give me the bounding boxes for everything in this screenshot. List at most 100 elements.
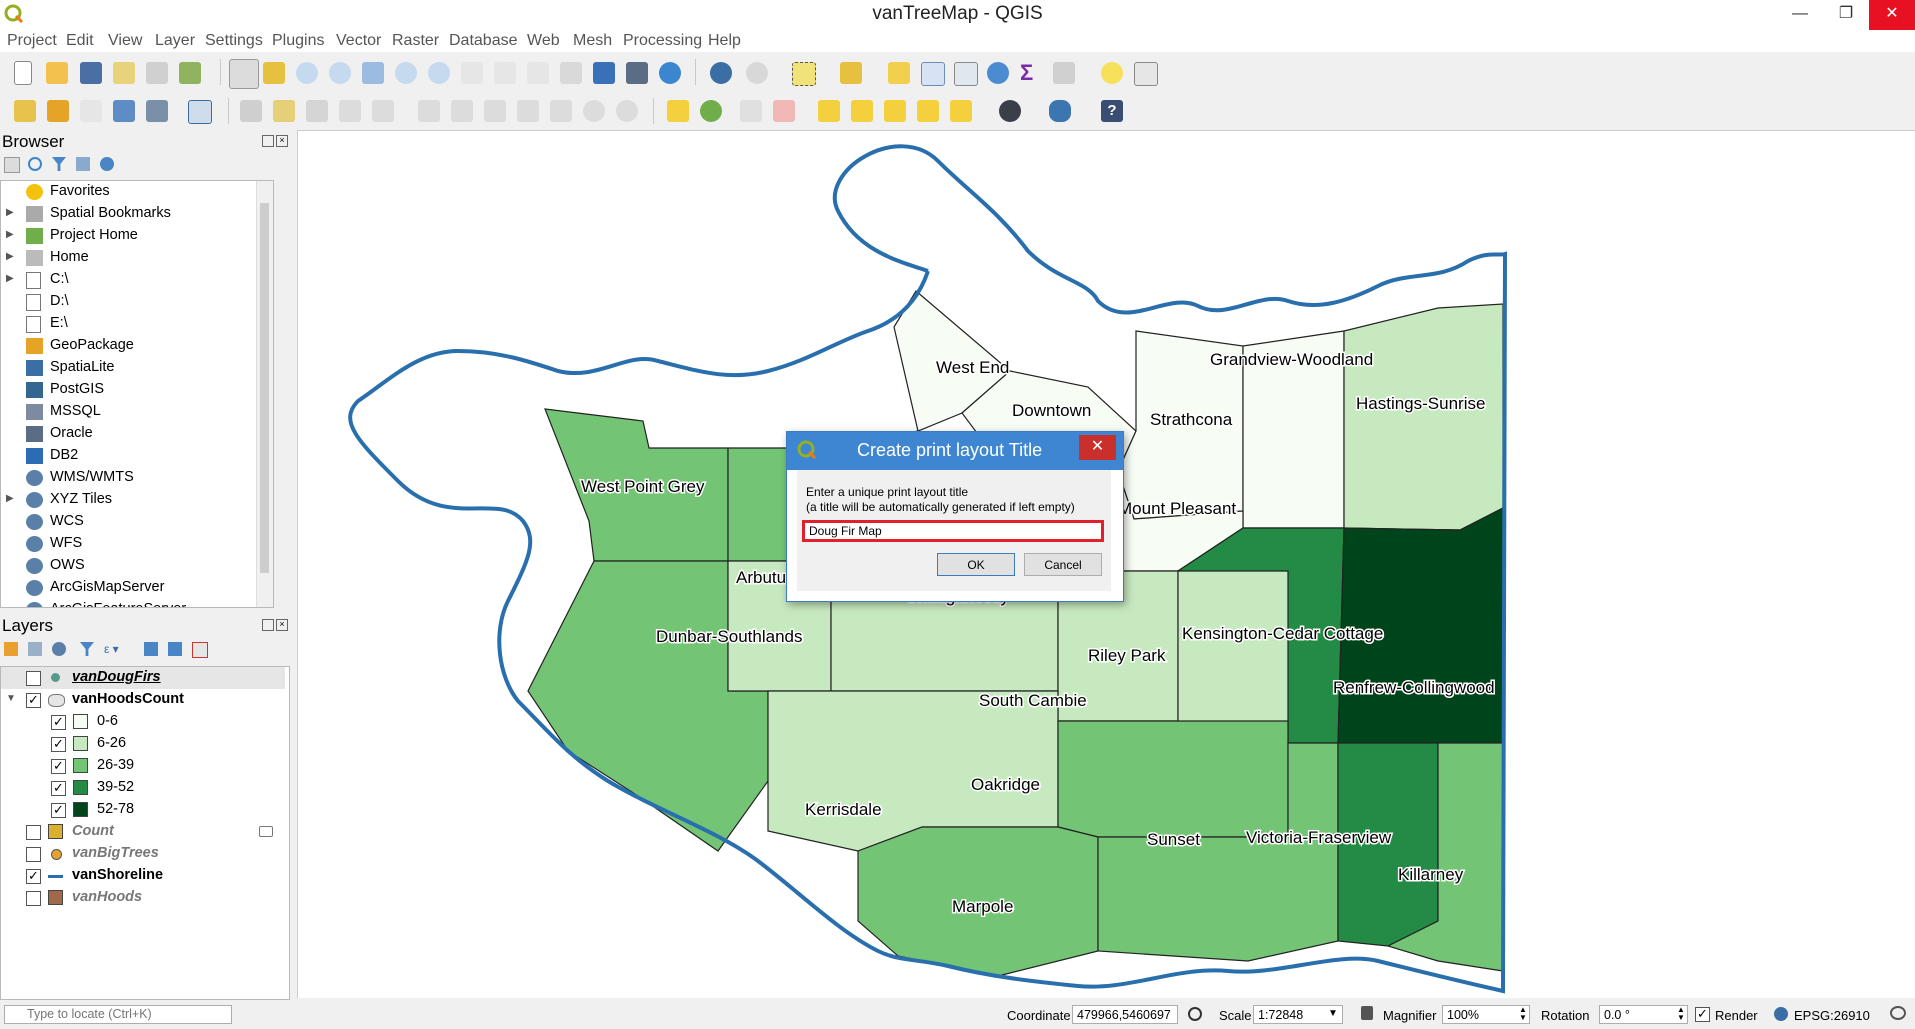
browser-item[interactable]: ▶ Project Home xyxy=(1,225,271,247)
lock-scale-icon[interactable] xyxy=(1361,1006,1373,1020)
map-tips-icon[interactable] xyxy=(1101,62,1123,84)
browser-item[interactable]: D:\ xyxy=(1,291,271,313)
rotate-label-icon[interactable] xyxy=(851,100,873,122)
action-icon[interactable] xyxy=(746,62,768,84)
pan-map-icon[interactable] xyxy=(229,59,259,89)
coordinate-field[interactable]: 479966,5460697 xyxy=(1072,1005,1178,1024)
legend-class-row[interactable]: ✓ 39-52 xyxy=(1,777,285,799)
layer-visibility-checkbox[interactable]: ✓ xyxy=(51,715,66,730)
help-icon[interactable]: ? xyxy=(1101,100,1123,122)
filter-expression-icon[interactable]: ε ▾ xyxy=(104,642,128,656)
manage-map-themes-icon[interactable] xyxy=(52,642,66,656)
deselect-icon[interactable] xyxy=(888,62,910,84)
browser-item[interactable]: WCS xyxy=(1,511,271,533)
menu-mesh[interactable]: Mesh xyxy=(573,32,612,50)
browser-item[interactable]: E:\ xyxy=(1,313,271,335)
chevron-down-icon[interactable]: ▼ xyxy=(1328,1008,1338,1019)
browser-item[interactable]: ▶ Home xyxy=(1,247,271,269)
layer-edit-indicator-icon[interactable] xyxy=(259,826,273,837)
browser-item[interactable]: WMS/WMTS xyxy=(1,467,271,489)
zoom-out-icon[interactable] xyxy=(329,62,351,84)
expand-all-icon[interactable] xyxy=(144,642,158,656)
layer-row[interactable]: vanDougFirs xyxy=(1,667,285,689)
redo-icon[interactable] xyxy=(616,100,638,122)
browser-item[interactable]: Oracle xyxy=(1,423,271,445)
open-project-icon[interactable] xyxy=(46,62,68,84)
menu-plugins[interactable]: Plugins xyxy=(272,32,324,50)
layer-visibility-checkbox[interactable]: ✓ xyxy=(51,803,66,818)
layer-visibility-checkbox[interactable]: ✓ xyxy=(51,737,66,752)
new-shapefile-icon[interactable] xyxy=(80,100,102,122)
new-temp-layer-icon[interactable] xyxy=(146,100,168,122)
ok-button[interactable]: OK xyxy=(937,553,1015,576)
zoom-selection-icon[interactable] xyxy=(395,62,417,84)
collapse-all-icon[interactable] xyxy=(76,157,90,171)
save-edits-icon[interactable] xyxy=(306,100,328,122)
data-source-manager-icon[interactable] xyxy=(14,100,36,122)
add-feature-icon[interactable] xyxy=(339,100,361,122)
browser-item[interactable]: MSSQL xyxy=(1,401,271,423)
layer-row[interactable]: vanHoods xyxy=(1,887,285,909)
menu-processing[interactable]: Processing xyxy=(623,32,702,50)
expand-arrow-icon[interactable]: ▶ xyxy=(6,493,14,504)
add-selected-layers-icon[interactable] xyxy=(4,157,20,173)
rotation-field[interactable]: 0.0 ° xyxy=(1599,1005,1688,1024)
label-properties-icon[interactable] xyxy=(917,100,939,122)
browser-item[interactable]: ArcGisFeatureServer xyxy=(1,599,271,607)
menu-help[interactable]: Help xyxy=(708,32,741,50)
menu-web[interactable]: Web xyxy=(527,32,560,50)
text-annotation-icon[interactable] xyxy=(1134,62,1158,86)
layer-visibility-checkbox[interactable]: ✓ xyxy=(26,693,41,708)
new-map-view-icon[interactable] xyxy=(560,62,582,84)
zoom-full-icon[interactable] xyxy=(362,62,384,84)
select-by-value-icon[interactable] xyxy=(840,62,862,84)
attribute-table-icon[interactable] xyxy=(921,62,945,86)
pin-labels-icon[interactable] xyxy=(740,100,762,122)
cut-features-icon[interactable] xyxy=(484,100,506,122)
browser-item[interactable]: GeoPackage xyxy=(1,335,271,357)
measure-icon[interactable] xyxy=(1053,62,1075,84)
identify-icon[interactable] xyxy=(710,62,732,84)
refresh-browser-icon[interactable] xyxy=(28,157,42,171)
undo-icon[interactable] xyxy=(583,100,605,122)
change-label-icon[interactable] xyxy=(884,100,906,122)
collapse-arrow-icon[interactable]: ▼ xyxy=(6,693,16,704)
add-group-icon[interactable] xyxy=(28,642,42,656)
expand-arrow-icon[interactable]: ▶ xyxy=(6,229,14,240)
legend-class-row[interactable]: ✓ 0-6 xyxy=(1,711,285,733)
layer-row[interactable]: ▼ ✓ vanHoodsCount xyxy=(1,689,285,711)
refresh-icon[interactable] xyxy=(659,62,681,84)
properties-icon[interactable] xyxy=(100,157,114,171)
browser-item[interactable]: SpatiaLite xyxy=(1,357,271,379)
move-diagram-icon[interactable] xyxy=(950,100,972,122)
layer-visibility-checkbox[interactable]: ✓ xyxy=(51,759,66,774)
layer-row[interactable]: Count xyxy=(1,821,285,843)
python-console-icon[interactable] xyxy=(1049,100,1071,122)
new-bookmark-icon[interactable] xyxy=(593,62,615,84)
delete-selected-icon[interactable] xyxy=(451,100,473,122)
save-project-icon[interactable] xyxy=(80,62,102,84)
menu-layer[interactable]: Layer xyxy=(155,32,195,50)
filter-browser-icon[interactable] xyxy=(52,157,66,171)
processing-toolbox-icon[interactable] xyxy=(987,62,1009,84)
field-calculator-icon[interactable] xyxy=(954,62,978,86)
magnifier-spin-icon[interactable]: ▲ ▼ xyxy=(1519,1006,1527,1022)
toggle-editing-icon[interactable] xyxy=(273,100,295,122)
expand-arrow-icon[interactable]: ▶ xyxy=(6,273,14,284)
layer-visibility-checkbox[interactable] xyxy=(26,891,41,906)
zoom-native-icon[interactable] xyxy=(461,62,483,84)
legend-class-row[interactable]: ✓ 52-78 xyxy=(1,799,285,821)
layer-visibility-checkbox[interactable] xyxy=(26,671,41,686)
browser-item[interactable]: PostGIS xyxy=(1,379,271,401)
layer-styling-icon[interactable] xyxy=(4,642,18,656)
show-hide-labels-icon[interactable] xyxy=(773,100,795,122)
minimize-button[interactable]: — xyxy=(1777,0,1823,30)
zoom-in-icon[interactable] xyxy=(296,62,318,84)
browser-item[interactable]: OWS xyxy=(1,555,271,577)
expand-arrow-icon[interactable]: ▶ xyxy=(6,251,14,262)
menu-vector[interactable]: Vector xyxy=(336,32,381,50)
browser-item[interactable]: ▶ C:\ xyxy=(1,269,271,291)
new-geopackage-icon[interactable] xyxy=(47,100,69,122)
expand-arrow-icon[interactable]: ▶ xyxy=(6,207,14,218)
layer-visibility-checkbox[interactable]: ✓ xyxy=(26,869,41,884)
